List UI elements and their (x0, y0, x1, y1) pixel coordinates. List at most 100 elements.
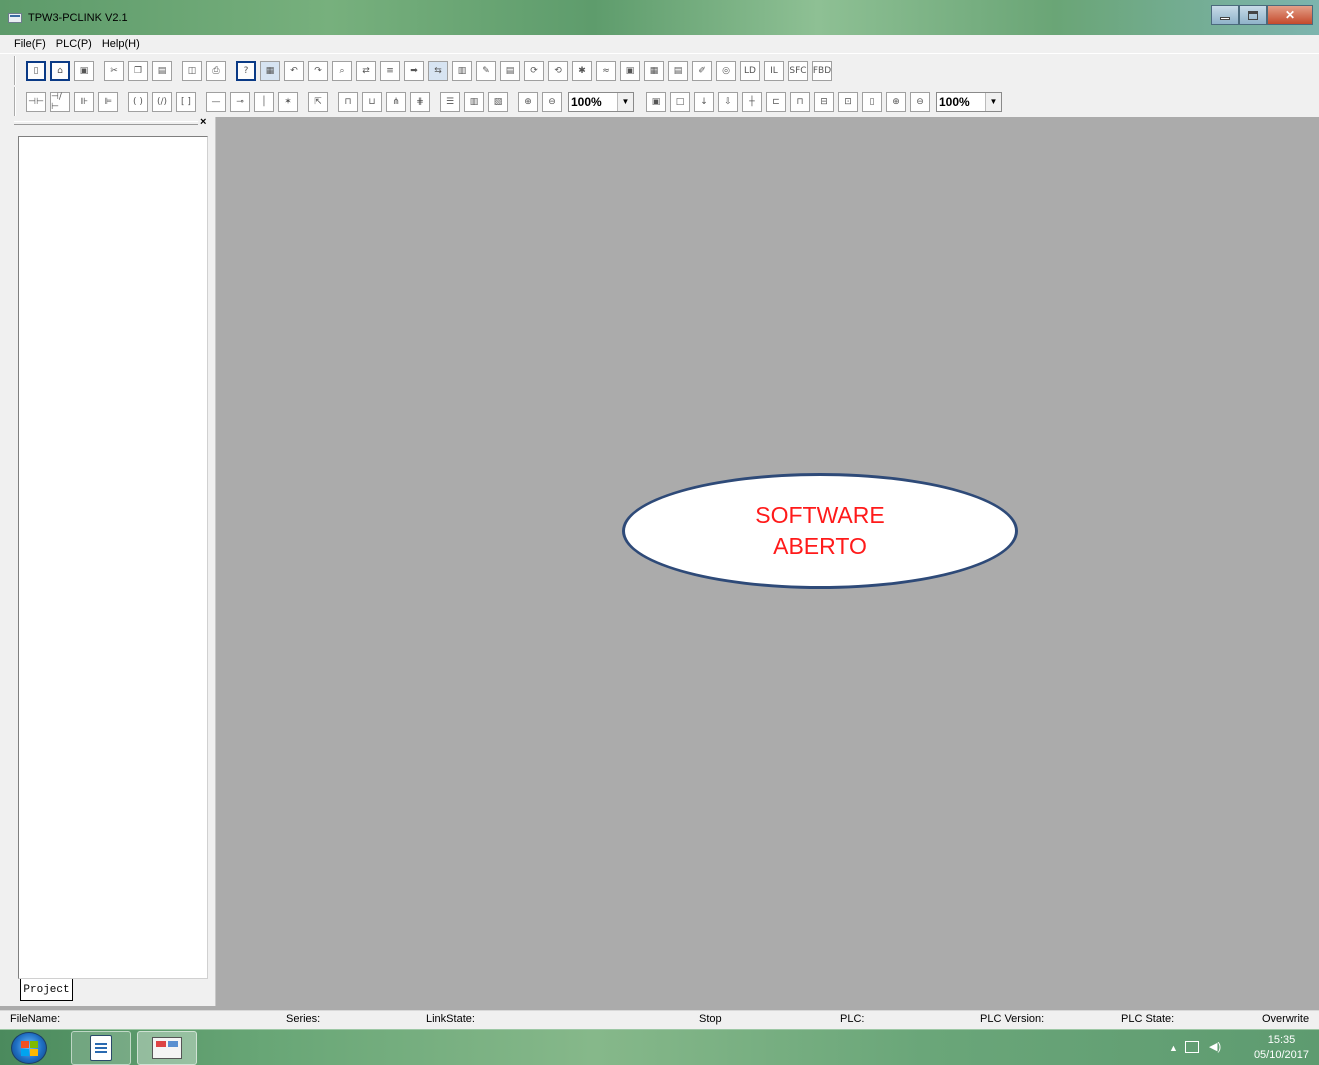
transfer-icon[interactable]: ⟲ (548, 60, 568, 81)
window-title: TPW3-PCLINK V2.1 (28, 12, 128, 24)
clock[interactable]: 15:35 05/10/2017 (1254, 1033, 1309, 1063)
minimize-button[interactable] (1211, 5, 1239, 25)
menu-file[interactable]: File(F) (14, 38, 46, 50)
volume-icon[interactable]: ◀) (1209, 1040, 1221, 1053)
edit-icon[interactable]: ✎ (476, 60, 496, 81)
horizontal-line-icon[interactable]: — (206, 91, 226, 112)
status-stop: Stop (699, 1013, 722, 1025)
zoom-in-2-icon[interactable]: ⊕ (886, 91, 906, 112)
zoom-in-icon[interactable]: ⊕ (518, 91, 538, 112)
start-button[interactable] (11, 1032, 47, 1064)
zoom-out-icon[interactable]: ⊖ (542, 91, 562, 112)
invert-line-icon[interactable]: ⊸ (230, 91, 250, 112)
edit-pen-icon[interactable]: ✐ (692, 60, 712, 81)
goto-icon[interactable]: ➡ (404, 60, 424, 81)
callout-ellipse: SOFTWARE ABERTO (622, 473, 1018, 589)
arrow-down-icon[interactable]: ↓ (694, 91, 714, 112)
il-button[interactable]: IL (764, 60, 784, 81)
print-icon[interactable]: ⎙ (206, 60, 226, 81)
zoom-out-2-icon[interactable]: ⊖ (910, 91, 930, 112)
find-icon[interactable]: ⌕ (332, 60, 352, 81)
falling-edge-icon[interactable]: ⊔ (362, 91, 382, 112)
new-file-icon[interactable]: ▯ (26, 60, 46, 81)
find-next-icon[interactable]: ≡ (380, 60, 400, 81)
close-button[interactable]: ✕ (1267, 5, 1313, 25)
cross-icon[interactable]: ┼ (742, 91, 762, 112)
cross-ref-icon[interactable]: ▥ (452, 60, 472, 81)
monitor-icon[interactable]: ▦ (260, 60, 280, 81)
device-memory-icon[interactable]: ▦ (644, 60, 664, 81)
chevron-down-icon[interactable]: ▼ (617, 92, 633, 111)
insert-row-icon[interactable]: ☰ (440, 91, 460, 112)
help-icon[interactable]: ? (236, 60, 256, 81)
contact-no-icon[interactable]: ⊣⊢ (26, 91, 46, 112)
monitor-search-icon[interactable]: ◎ (716, 60, 736, 81)
fbd-button[interactable]: FBD (812, 60, 832, 81)
branch-open-icon[interactable]: ⊓ (790, 91, 810, 112)
block-empty-icon[interactable]: □ (670, 91, 690, 112)
menu-plc[interactable]: PLC(P) (56, 38, 92, 50)
delete-row-icon[interactable]: ▧ (488, 91, 508, 112)
paste-icon[interactable]: ▤ (152, 60, 172, 81)
settings-icon[interactable]: ✱ (572, 60, 592, 81)
cut-icon[interactable]: ✂ (104, 60, 124, 81)
insert-column-icon[interactable]: ▥ (464, 91, 484, 112)
edit-list-icon[interactable]: ▤ (500, 60, 520, 81)
convert-icon[interactable]: ⟳ (524, 60, 544, 81)
chevron-down-icon[interactable]: ▼ (985, 92, 1001, 111)
ladder-toolbar: ⊣⊢ ⊣/⊢ ⊪ ⊫ ( ) (/) [ ] — ⊸ │ ✶ ⇱ ⊓ ⊔ ⋔ ⋕… (14, 87, 1176, 116)
comm-icon[interactable]: ⇆ (428, 60, 448, 81)
block-frame-icon[interactable]: ▣ (646, 91, 666, 112)
delete-line-icon[interactable]: ✶ (278, 91, 298, 112)
coil-nc-icon[interactable]: (/) (152, 91, 172, 112)
tab-project[interactable]: Project (20, 979, 73, 1001)
status-filename: FileName: (10, 1013, 61, 1025)
rising-edge-icon[interactable]: ⊓ (338, 91, 358, 112)
sfc-button[interactable]: SFC (788, 60, 808, 81)
branch-end-icon[interactable]: ▯ (862, 91, 882, 112)
parallel-falling-icon[interactable]: ⋕ (410, 91, 430, 112)
contact-parallel-nc-icon[interactable]: ⊫ (98, 91, 118, 112)
undo-icon[interactable]: ↶ (284, 60, 304, 81)
status-plc-state: PLC State: (1121, 1013, 1175, 1025)
menu-help[interactable]: Help(H) (102, 38, 140, 50)
panel-close-icon[interactable]: × (200, 116, 206, 128)
replace-icon[interactable]: ⇄ (356, 60, 376, 81)
zoom-select-2[interactable]: 100% ▼ (936, 91, 1002, 112)
zoom-select-1[interactable]: 100% ▼ (568, 91, 634, 112)
project-tree[interactable] (18, 136, 208, 979)
branch-join-icon[interactable]: ⊡ (838, 91, 858, 112)
save-icon[interactable]: ▣ (74, 60, 94, 81)
contact-parallel-no-icon[interactable]: ⊪ (74, 91, 94, 112)
wave-icon[interactable]: ≈ (596, 60, 616, 81)
panel-grip[interactable] (14, 121, 198, 125)
device-table-icon[interactable]: ▤ (668, 60, 688, 81)
taskbar: ▲ ◀) 15:35 05/10/2017 (0, 1029, 1319, 1065)
network-icon[interactable] (1185, 1041, 1199, 1053)
function-icon[interactable]: [ ] (176, 91, 196, 112)
zoom-value-1: 100% (571, 94, 602, 109)
device-icon[interactable]: ▣ (620, 60, 640, 81)
print-preview-icon[interactable]: ◫ (182, 60, 202, 81)
step-down-icon[interactable]: ⇩ (718, 91, 738, 112)
coil-icon[interactable]: ( ) (128, 91, 148, 112)
vertical-line-icon[interactable]: │ (254, 91, 274, 112)
windows-logo-icon (21, 1041, 39, 1057)
select-icon[interactable]: ⇱ (308, 91, 328, 112)
maximize-button[interactable] (1239, 5, 1267, 25)
copy-icon[interactable]: ❐ (128, 60, 148, 81)
system-tray: ▲ ◀) 15:35 05/10/2017 (1159, 1030, 1319, 1065)
branch-split-icon[interactable]: ⊟ (814, 91, 834, 112)
open-folder-icon[interactable]: ⌂ (50, 60, 70, 81)
ld-button[interactable]: LD (740, 60, 760, 81)
parallel-rising-icon[interactable]: ⋔ (386, 91, 406, 112)
tray-expand-icon[interactable]: ▲ (1169, 1043, 1178, 1053)
branch-left-icon[interactable]: ⊏ (766, 91, 786, 112)
taskbar-app-document[interactable] (71, 1031, 131, 1065)
toolbar-area: ▯ ⌂ ▣ ✂ ❐ ▤ ◫ ⎙ ? ▦ ↶ ↷ ⌕ ⇄ ≡ ➡ ⇆ ▥ ✎ ▤ … (0, 53, 1319, 117)
taskbar-app-tpw3[interactable] (137, 1031, 197, 1065)
status-plc: PLC: (840, 1013, 865, 1025)
app-window: TPW3-PCLINK V2.1 ✕ File(F) PLC(P) Help(H… (0, 0, 1319, 1065)
redo-icon[interactable]: ↷ (308, 60, 328, 81)
contact-nc-icon[interactable]: ⊣/⊢ (50, 91, 70, 112)
